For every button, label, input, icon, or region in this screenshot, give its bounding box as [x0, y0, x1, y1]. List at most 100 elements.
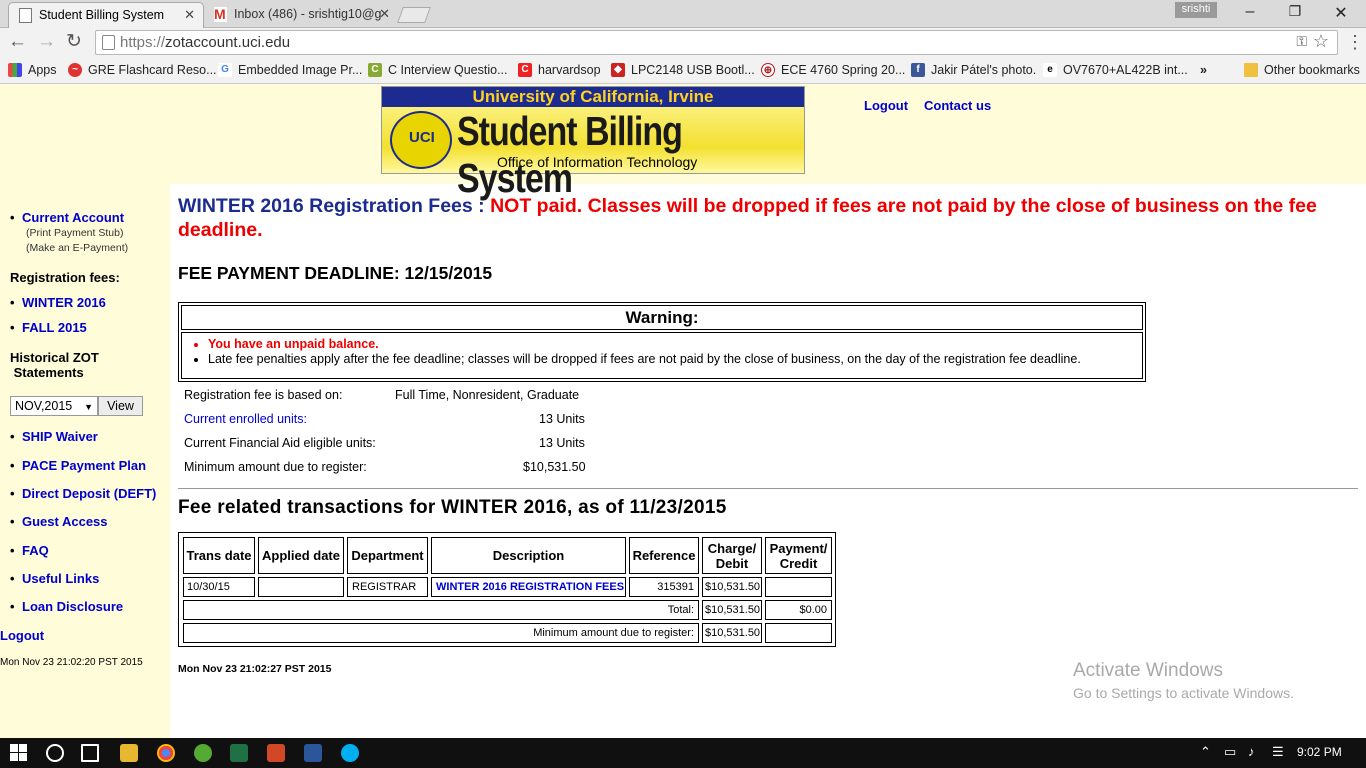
transaction-description-link[interactable]: WINTER 2016 REGISTRATION FEES — [431, 577, 626, 597]
col-header-reference: Reference — [629, 537, 699, 574]
warning-box: Warning: You have an unpaid balance. Lat… — [178, 302, 1146, 382]
bookmark-lpc2148[interactable]: ◆ LPC2148 USB Bootl... — [611, 62, 755, 78]
bookmark-jakir[interactable]: f Jakir Pátel's photo. — [911, 62, 1036, 78]
back-arrow-icon[interactable]: ← — [8, 32, 27, 52]
gre-icon: ~ — [68, 63, 82, 77]
key-icon[interactable]: ⚿ — [1296, 33, 1307, 50]
bookmark-embedded[interactable]: G Embedded Image Pr... — [218, 62, 362, 78]
word-icon[interactable] — [304, 744, 322, 762]
close-window-icon[interactable]: ✕ — [1331, 3, 1351, 23]
utorrent-icon[interactable] — [194, 744, 212, 762]
anteater-logo-icon: UCI — [390, 111, 452, 169]
bookmark-c-interview[interactable]: CC Interview Questio... — [368, 62, 508, 78]
folder-icon — [1244, 63, 1258, 77]
min-due-row-payment — [765, 623, 832, 643]
make-epayment-link[interactable]: (Make an E-Payment) — [26, 242, 128, 254]
reload-icon[interactable]: ↻ — [66, 32, 82, 52]
address-bar[interactable]: https://zotaccount.uci.edu ⚿ ☆ — [95, 30, 1338, 55]
close-tab-icon[interactable]: ✕ — [184, 3, 195, 27]
view-statement-button[interactable]: View — [98, 396, 143, 416]
unpaid-balance-warning: You have an unpaid balance. — [208, 337, 1081, 352]
c-red-icon: C — [518, 63, 532, 77]
col-header-payment-credit: Payment/ Credit — [765, 537, 832, 574]
statement-month-select[interactable]: NOV,2015 — [10, 396, 98, 416]
sidebar-timestamp: Mon Nov 23 21:02:20 PST 2015 — [0, 657, 143, 668]
activate-windows-watermark: Activate Windows Go to Settings to activ… — [1073, 660, 1294, 701]
sidebar-link-useful-links[interactable]: Useful Links — [10, 571, 99, 586]
browser-tab-bar: Student Billing System ✕ M Inbox (486) -… — [0, 0, 1366, 28]
google-icon: G — [218, 63, 232, 77]
bookmark-star-icon[interactable]: ☆ — [1313, 31, 1329, 52]
bookmark-ece4760[interactable]: ⊕ ECE 4760 Spring 20... — [761, 62, 905, 78]
task-view-icon[interactable] — [81, 744, 99, 762]
registration-fees-heading: Registration fees: — [10, 270, 120, 285]
banner-office: Office of Information Technology — [497, 154, 698, 170]
restore-icon[interactable]: ❐ — [1285, 3, 1305, 20]
sidebar-logout-link[interactable]: Logout — [0, 628, 44, 643]
sidebar-link-pace-payment-plan[interactable]: PACE Payment Plan — [10, 458, 146, 473]
sidebar-link-loan-disclosure[interactable]: Loan Disclosure — [10, 599, 123, 614]
table-cell-payment — [765, 577, 832, 597]
sidebar-term-winter-2016[interactable]: WINTER 2016 — [10, 295, 106, 310]
bookmark-harvardsop[interactable]: Charvardsop — [518, 62, 601, 78]
watermark-subtitle: Go to Settings to activate Windows. — [1073, 685, 1294, 701]
tab-title: Student Billing System — [39, 8, 165, 22]
sidebar-link-direct-deposit[interactable]: Direct Deposit (DEFT) — [10, 486, 156, 501]
header-logout-link[interactable]: Logout — [864, 98, 908, 113]
powerpoint-icon[interactable] — [267, 744, 285, 762]
bookmark-ov7670[interactable]: e OV7670+AL422B int... — [1043, 62, 1188, 78]
historical-statements-heading: Historical ZOT Statements — [10, 350, 99, 380]
new-tab-button[interactable] — [397, 7, 431, 23]
other-bookmarks-folder[interactable]: Other bookmarks — [1244, 62, 1360, 78]
aid-units-value: 13 Units — [539, 436, 585, 450]
skype-icon[interactable] — [341, 744, 359, 762]
page-timestamp: Mon Nov 23 21:02:27 PST 2015 — [178, 663, 332, 675]
gmail-icon: M — [214, 6, 227, 22]
battery-icon[interactable]: ▭ — [1224, 744, 1236, 760]
contact-us-link[interactable]: Contact us — [924, 98, 991, 113]
apps-grid-icon — [8, 63, 22, 77]
lpc-icon: ◆ — [611, 63, 625, 77]
table-cell-applied-date — [258, 577, 344, 597]
taskbar-clock[interactable]: 9:02 PM — [1297, 745, 1342, 759]
bookmark-apps[interactable]: Apps — [8, 62, 57, 78]
warning-title: Warning: — [181, 305, 1143, 330]
bookmark-gre[interactable]: ~ GRE Flashcard Reso... — [68, 62, 217, 78]
fee-basis-value: Full Time, Nonresident, Graduate — [395, 388, 580, 402]
table-cell-department: REGISTRAR — [347, 577, 428, 597]
action-center-icon[interactable]: ☰ — [1272, 744, 1284, 760]
table-cell-reference: 315391 — [629, 577, 699, 597]
uci-banner-logo: University of California, Irvine UCI Stu… — [381, 86, 805, 201]
bookmarks-bar: Apps ~ GRE Flashcard Reso... G Embedded Im… — [0, 58, 1366, 84]
minimize-icon[interactable]: – — [1240, 3, 1260, 21]
enrolled-units-value: 13 Units — [539, 412, 585, 426]
bookmarks-overflow-button[interactable]: » — [1200, 62, 1207, 78]
min-due-row-label: Minimum amount due to register: — [183, 623, 699, 643]
chrome-icon[interactable] — [157, 744, 175, 762]
sidebar-link-guest-access[interactable]: Guest Access — [10, 514, 108, 529]
tab-gmail-inbox[interactable]: M Inbox (486) - srishtig10@g ✕ — [204, 2, 398, 28]
page-icon — [19, 8, 32, 23]
browser-menu-icon[interactable]: ⋮ — [1346, 32, 1364, 53]
cortana-search-icon[interactable] — [46, 744, 64, 762]
volume-icon[interactable]: ♪ — [1248, 744, 1255, 759]
total-charge: $10,531.50 — [702, 600, 762, 620]
sidebar-term-fall-2015[interactable]: FALL 2015 — [10, 320, 87, 335]
page-info-icon[interactable] — [102, 35, 115, 50]
current-account-link[interactable]: Current Account — [10, 210, 124, 225]
excel-icon[interactable] — [230, 744, 248, 762]
tab-student-billing[interactable]: Student Billing System ✕ — [8, 2, 204, 28]
table-cell-charge: $10,531.50 — [702, 577, 762, 597]
forward-arrow-icon[interactable]: → — [37, 32, 56, 52]
current-enrolled-units-link[interactable]: Current enrolled units: — [184, 412, 307, 426]
banner-university: University of California, Irvine — [382, 87, 804, 107]
windows-start-icon[interactable] — [10, 744, 28, 762]
close-tab-icon[interactable]: ✕ — [379, 2, 390, 26]
sidebar-link-ship-waiver[interactable]: SHIP Waiver — [10, 429, 98, 444]
print-payment-stub-link[interactable]: (Print Payment Stub) — [26, 227, 123, 239]
show-hidden-icons-icon[interactable]: ⌃ — [1200, 744, 1211, 760]
sidebar-link-faq[interactable]: FAQ — [10, 543, 49, 558]
col-header-charge-debit: Charge/ Debit — [702, 537, 762, 574]
file-explorer-icon[interactable] — [120, 744, 138, 762]
profile-badge[interactable]: srishti — [1175, 2, 1217, 18]
